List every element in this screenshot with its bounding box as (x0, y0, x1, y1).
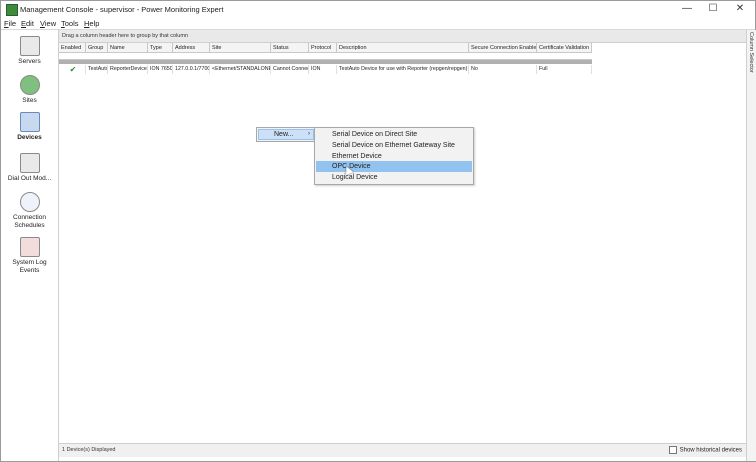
title-bar: Management Console - supervisor - Power … (1, 1, 755, 18)
new-device-submenu: Serial Device on Direct Site Serial Devi… (314, 127, 474, 185)
group-by-bar[interactable]: Drag a column header here to group by th… (59, 30, 746, 43)
close-button[interactable]: ✕ (728, 2, 752, 16)
cell-address: 127.0.0.1/7700 (175, 65, 210, 74)
nav-servers[interactable]: Servers (3, 36, 56, 66)
nav-dial-out-label: Dial Out Mod... (7, 175, 52, 182)
col-status[interactable]: Status (271, 43, 309, 53)
context-menu-new[interactable]: New... › (258, 129, 314, 140)
show-historical-toggle[interactable]: Show historical devices (668, 446, 742, 454)
submenu-serial-direct[interactable]: Serial Device on Direct Site (316, 129, 472, 140)
col-enabled[interactable]: Enabled (59, 43, 86, 53)
col-protocol[interactable]: Protocol (309, 43, 337, 53)
col-certificate-validation[interactable]: Certificate Validation (537, 43, 592, 53)
cell-secure-connection: No (469, 65, 537, 74)
cell-status: Cannot Connect (273, 65, 309, 74)
status-bar: 1 Device(s) Displayed Show historical de… (59, 443, 746, 457)
cell-protocol: ION (309, 65, 337, 74)
context-menu-new-label: New... (274, 131, 294, 138)
nav-sites-label: Sites (22, 97, 37, 104)
left-nav: Servers Sites Devices Dial Out Mod... Co… (1, 30, 59, 461)
menu-edit[interactable]: Edit (21, 19, 34, 28)
cell-name: ReporterDevice1 (110, 65, 148, 74)
col-type[interactable]: Type (148, 43, 173, 53)
nav-connection-schedules-label: Connection Schedules (13, 214, 46, 229)
cell-description: TestAuto Device for use with Reporter (r… (339, 65, 469, 74)
minimize-button[interactable]: — (675, 2, 699, 16)
app-icon (6, 4, 18, 16)
cell-enabled[interactable]: ✔ (59, 65, 86, 74)
nav-connection-schedules[interactable]: Connection Schedules (3, 192, 56, 230)
nav-servers-label: Servers (18, 58, 41, 65)
group-band (59, 60, 592, 64)
device-count: 1 Device(s) Displayed (62, 447, 116, 453)
window-title: Management Console - supervisor - Power … (20, 5, 224, 14)
submenu-opc-device[interactable]: OPC Device (316, 161, 472, 172)
menu-view[interactable]: View (40, 19, 56, 28)
col-group[interactable]: Group (86, 43, 108, 53)
nav-devices-label: Devices (17, 134, 42, 141)
app-window: Management Console - supervisor - Power … (0, 0, 756, 462)
submenu-serial-gateway[interactable]: Serial Device on Ethernet Gateway Site (316, 140, 472, 151)
cell-group: TestAuto (88, 65, 108, 74)
show-historical-checkbox[interactable] (668, 446, 677, 454)
cell-type: ION 7650 (150, 65, 173, 74)
cell-certificate-validation: Full (537, 65, 592, 74)
col-site[interactable]: Site (210, 43, 271, 53)
submenu-logical-device[interactable]: Logical Device (316, 172, 472, 183)
show-historical-label: Show historical devices (679, 447, 742, 454)
nav-system-log-events[interactable]: System Log Events (3, 237, 56, 275)
nav-sites[interactable]: Sites (3, 75, 56, 105)
col-address[interactable]: Address (173, 43, 210, 53)
menu-file[interactable]: File (4, 19, 16, 28)
servers-icon (19, 36, 40, 56)
col-secure-connection[interactable]: Secure Connection Enabled (469, 43, 537, 53)
col-name[interactable]: Name (108, 43, 148, 53)
column-selector-label: Column Selector (748, 32, 754, 73)
devices-icon (19, 112, 40, 132)
context-menu: New... › (256, 127, 316, 142)
column-selector-panel[interactable]: Column Selector (746, 30, 756, 461)
maximize-button[interactable]: ☐ (701, 2, 725, 16)
modem-icon (19, 153, 40, 173)
group-by-hint: Drag a column header here to group by th… (62, 33, 188, 39)
cell-site: <Ethernet/STANDALONE> (212, 65, 271, 74)
clock-icon (19, 192, 40, 212)
menu-tools[interactable]: Tools (61, 19, 79, 28)
nav-system-log-events-label: System Log Events (12, 259, 47, 274)
menu-bar: File Edit View Tools Help (1, 18, 755, 29)
nav-dial-out[interactable]: Dial Out Mod... (3, 153, 56, 183)
col-description[interactable]: Description (337, 43, 469, 53)
submenu-arrow-icon: › (308, 131, 310, 137)
device-grid-area: Drag a column header here to group by th… (59, 30, 746, 443)
log-icon (19, 237, 40, 257)
filter-row[interactable] (59, 53, 592, 60)
menu-help[interactable]: Help (84, 19, 99, 28)
nav-devices[interactable]: Devices (3, 112, 56, 142)
sites-icon (19, 75, 40, 95)
